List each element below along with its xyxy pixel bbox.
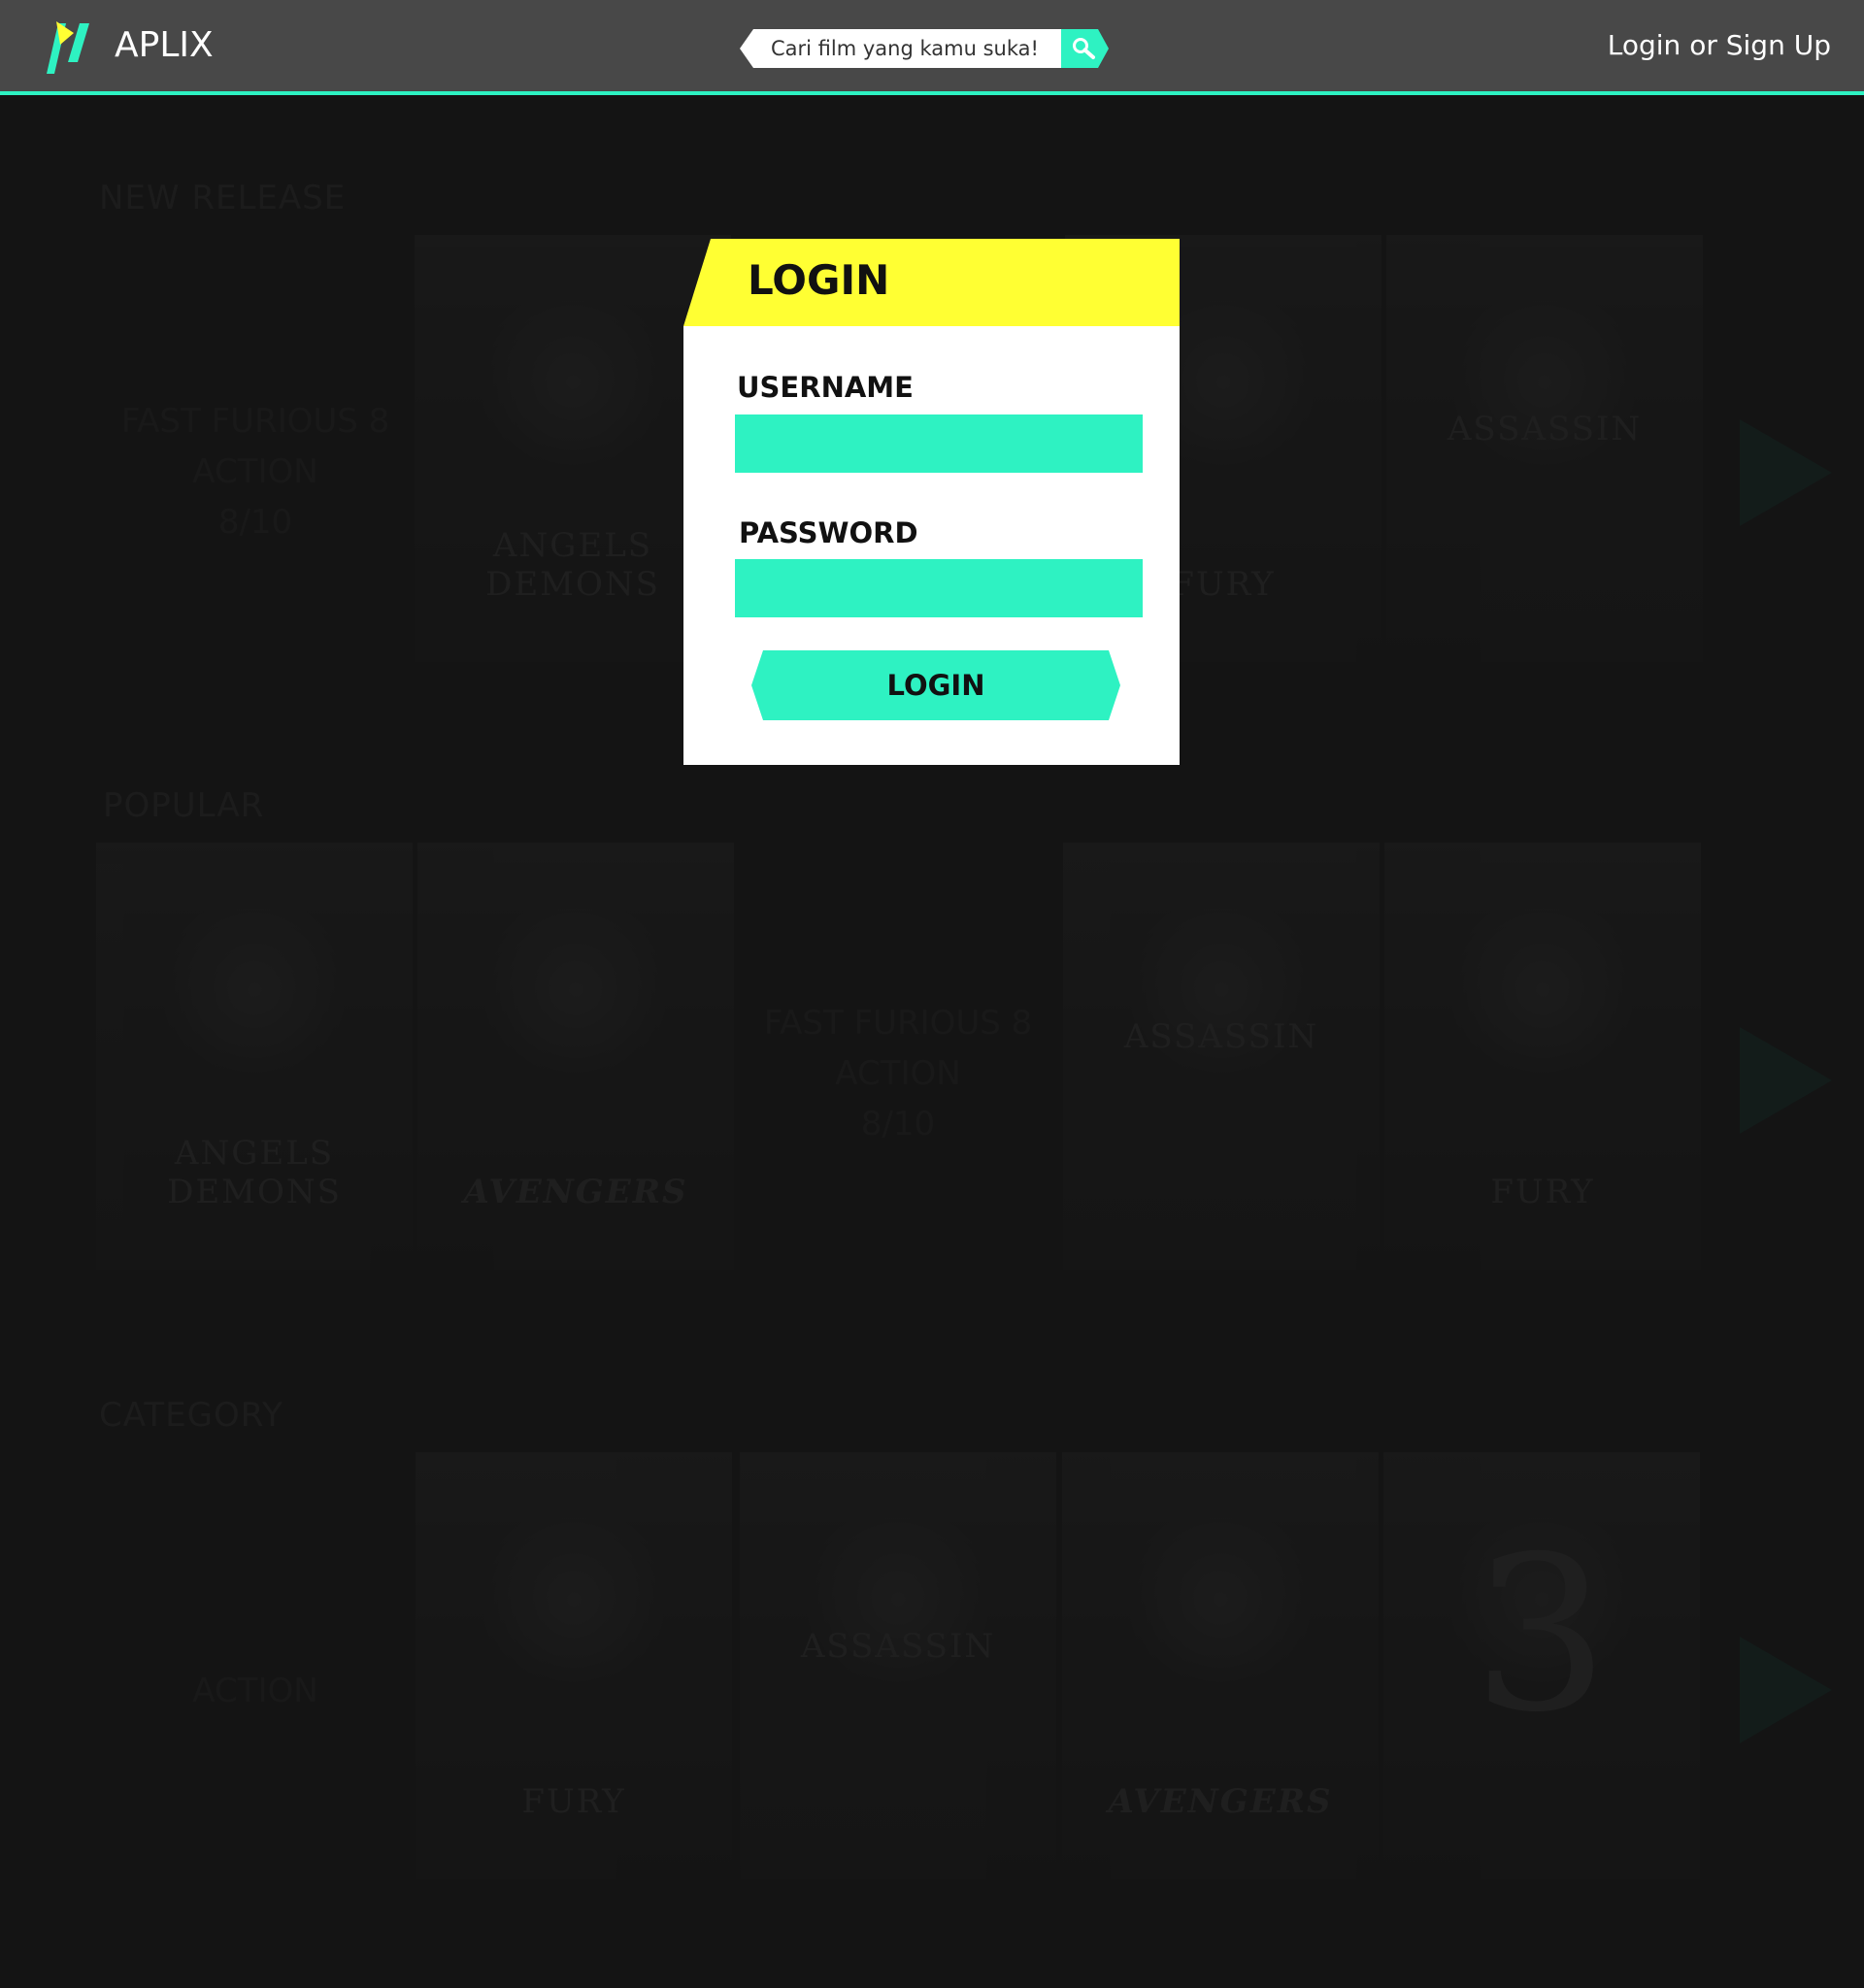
search-icon: [1073, 38, 1095, 59]
search-button[interactable]: [1061, 29, 1109, 68]
search-bar: [740, 29, 1109, 68]
login-modal: LOGIN USERNAME PASSWORD LOGIN: [683, 239, 1180, 765]
app-title: APLIX: [115, 25, 214, 65]
aplix-logo-icon[interactable]: [45, 19, 93, 76]
search-input[interactable]: [740, 29, 1061, 68]
login-submit-button[interactable]: LOGIN: [751, 650, 1120, 720]
login-modal-title: LOGIN: [748, 256, 890, 304]
top-bar: APLIX Login or Sign Up: [0, 0, 1864, 95]
login-modal-header: LOGIN: [683, 239, 1180, 326]
password-label: PASSWORD: [739, 516, 918, 549]
username-label: USERNAME: [737, 371, 914, 404]
login-form: USERNAME PASSWORD LOGIN: [683, 326, 1180, 765]
username-field[interactable]: [735, 414, 1143, 473]
password-field[interactable]: [735, 559, 1143, 617]
login-signup-link[interactable]: Login or Sign Up: [1608, 29, 1831, 61]
